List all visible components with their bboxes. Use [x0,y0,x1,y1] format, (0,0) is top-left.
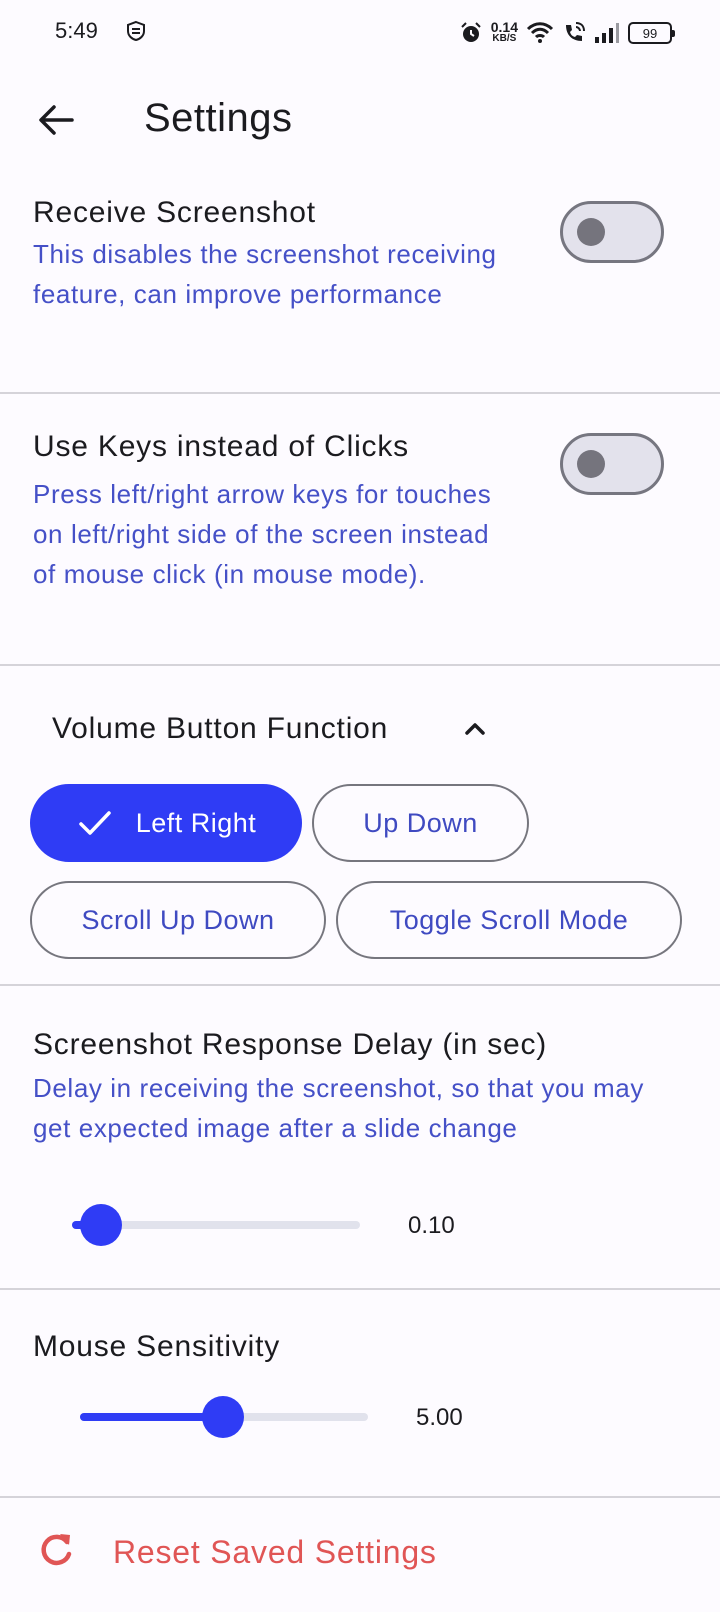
speed-unit: KB/S [492,33,517,44]
reset-settings-button[interactable]: Reset Saved Settings [0,1500,720,1590]
receive-screenshot-description: This disables the screenshot receiving f… [33,239,497,309]
page-title: Settings [144,96,293,140]
chip-toggle-scroll-mode[interactable]: Toggle Scroll Mode [336,881,682,959]
battery-icon: 99 [628,22,675,44]
status-time: 5:49 [55,18,98,43]
screenshot-delay-title: Screenshot Response Delay (in sec) [33,1028,548,1061]
toggle-knob [577,218,605,246]
chip-label: Toggle Scroll Mode [389,904,629,935]
mouse-sensitivity-value: 5.00 [416,1404,463,1431]
volume-button-header[interactable]: Volume Button Function [52,712,388,746]
divider [0,392,720,394]
use-keys-toggle[interactable] [560,433,664,495]
toggle-knob [577,450,605,478]
arrow-left-icon[interactable] [32,96,80,144]
status-bar: 5:49 0.14 KB/S 99 [0,0,720,66]
chip-left-right[interactable]: Left Right [30,784,302,862]
screenshot-delay-value: 0.10 [408,1212,455,1239]
divider [0,664,720,666]
mouse-sensitivity-slider-thumb[interactable] [202,1396,244,1438]
signal-icon [595,23,619,43]
divider [0,1496,720,1498]
wifi-call-icon [566,22,585,41]
battery-level: 99 [642,25,658,41]
screenshot-delay-description: Delay in receiving the screenshot, so th… [33,1073,644,1143]
screenshot-delay-slider-thumb[interactable] [80,1204,122,1246]
reset-settings-label: Reset Saved Settings [113,1534,437,1570]
receive-screenshot-title: Receive Screenshot [33,196,316,229]
network-speed: 0.14 KB/S [490,19,518,44]
use-keys-title: Use Keys instead of Clicks [33,430,409,463]
use-keys-description: Press left/right arrow keys for touches … [33,479,492,589]
mouse-sensitivity-title: Mouse Sensitivity [33,1330,281,1363]
chip-label: Up Down [363,807,478,838]
speed-value: 0.14 [490,19,518,35]
app-shield-icon [127,20,145,42]
wifi-icon [526,22,554,43]
status-icons: 0.14 KB/S 99 [459,16,675,50]
chip-up-down[interactable]: Up Down [312,784,529,862]
app-bar: Settings [0,66,720,174]
divider [0,1288,720,1290]
check-icon [78,811,111,835]
chip-label: Left Right [135,807,257,838]
chip-label: Scroll Up Down [81,904,275,935]
divider [0,984,720,986]
chevron-up-icon[interactable] [460,714,490,744]
chip-scroll-up-down[interactable]: Scroll Up Down [30,881,326,959]
alarm-icon [461,22,481,42]
receive-screenshot-toggle[interactable] [560,201,664,263]
refresh-icon [41,1534,72,1566]
